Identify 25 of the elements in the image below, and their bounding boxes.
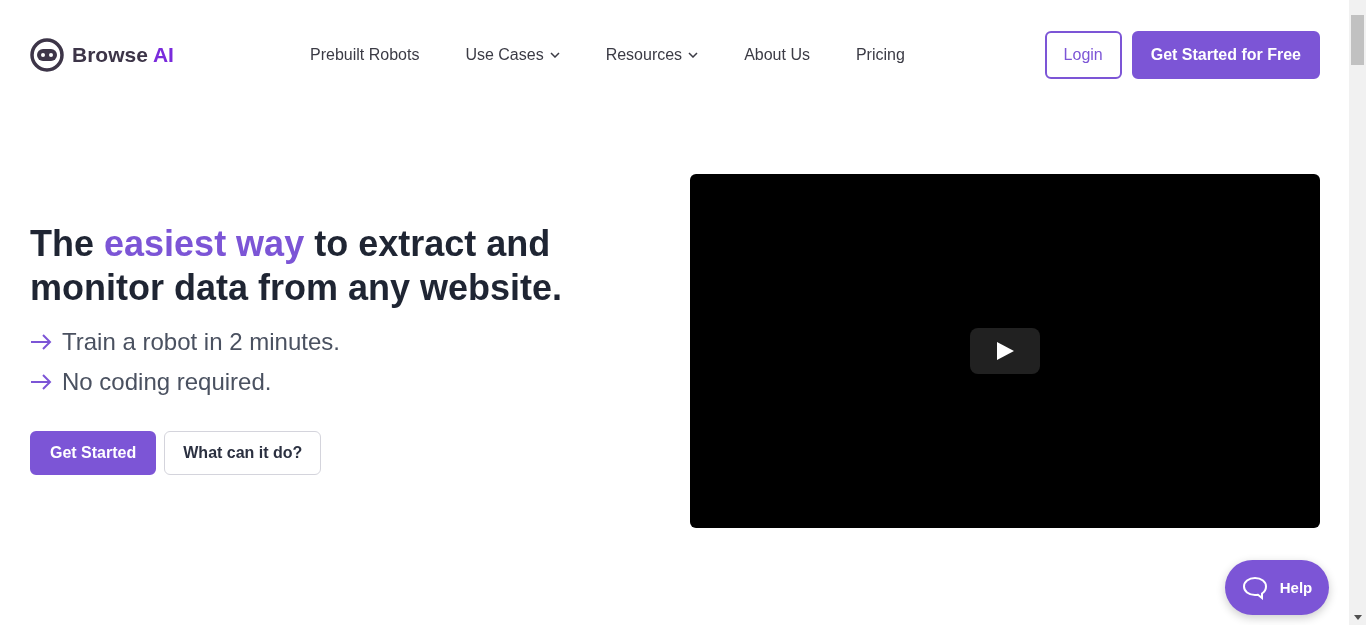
robot-logo-icon[interactable] bbox=[30, 38, 64, 72]
nav-link[interactable]: Prebuilt Robots bbox=[310, 46, 420, 64]
brand-name[interactable]: Browse AI bbox=[72, 43, 174, 67]
login-button[interactable]: Login bbox=[1044, 31, 1122, 79]
arrow-right-icon bbox=[30, 334, 52, 350]
chat-bubble-icon bbox=[1241, 575, 1268, 600]
play-icon bbox=[995, 341, 1015, 361]
signup-button[interactable]: Get Started for Free bbox=[1131, 31, 1320, 79]
chevron-down-icon bbox=[688, 52, 699, 58]
demo-button[interactable]: What can it do? bbox=[164, 431, 322, 475]
feature-point: No coding required. bbox=[62, 368, 272, 396]
scroll-down-icon[interactable] bbox=[1353, 615, 1362, 620]
feature-point: Train a robot in 2 minutes. bbox=[62, 328, 340, 356]
chevron-down-icon bbox=[549, 52, 560, 58]
scrollbar-thumb[interactable] bbox=[1351, 15, 1364, 65]
scrollbar[interactable] bbox=[1349, 0, 1366, 625]
get-started-button[interactable]: Get Started bbox=[30, 431, 157, 475]
nav-link[interactable]: Resources bbox=[605, 46, 699, 64]
nav-link[interactable]: Pricing bbox=[855, 46, 905, 64]
play-button[interactable] bbox=[970, 328, 1040, 374]
headline: The easiest way to extract and monitor data from any website. bbox=[30, 222, 564, 310]
arrow-right-icon bbox=[30, 374, 52, 390]
nav-link[interactable]: Use Cases bbox=[465, 46, 560, 64]
nav-link[interactable]: About Us bbox=[744, 46, 810, 64]
help-button[interactable]: Help bbox=[1225, 560, 1329, 615]
